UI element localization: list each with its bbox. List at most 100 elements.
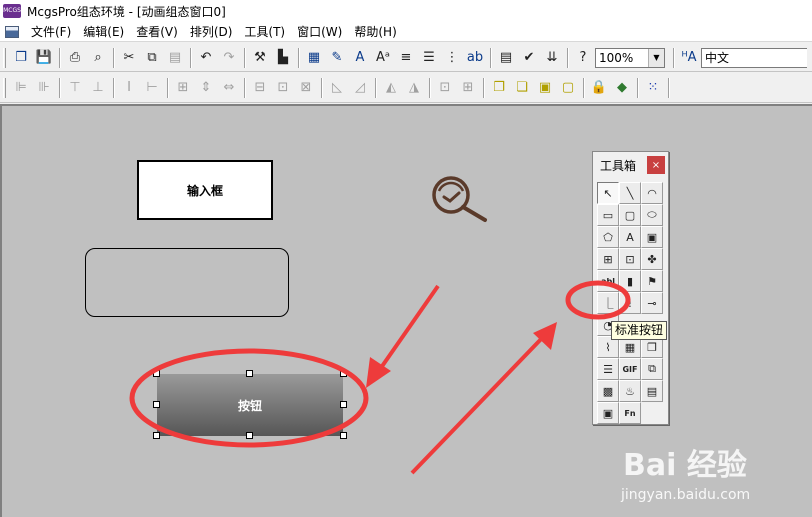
rotate-left-icon[interactable]: ◺ bbox=[326, 77, 348, 99]
grid-icon[interactable]: ⋮ bbox=[441, 47, 463, 69]
cut-icon[interactable]: ✂ bbox=[118, 47, 140, 69]
standard-button-tool[interactable]: ⎿ bbox=[597, 292, 619, 314]
resize-handle[interactable] bbox=[153, 432, 160, 439]
toolbox-panel[interactable]: 工具箱 × ↖ ╲ ◠ ▭ ▢ ⬭ ⬠ A ▣ ⊞ ⊡ ✤ abl ▮ ⚑ ⎿! ⊸ ◔ ⌇ ▦ ❐ ☰ GIF ⧉ ▩ ♨ ▤ ▣ F… bbox=[592, 151, 669, 425]
download-icon[interactable]: ⇊ bbox=[541, 47, 563, 69]
check-icon[interactable]: ✔ bbox=[518, 47, 540, 69]
line-color-icon[interactable]: ✎ bbox=[326, 47, 348, 69]
toolbox-toggle-icon[interactable]: ⚒ bbox=[249, 47, 271, 69]
properties-icon[interactable]: ▙ bbox=[272, 47, 294, 69]
undo-icon[interactable]: ↶ bbox=[195, 47, 217, 69]
standard-button-component[interactable]: 按钮 bbox=[157, 374, 343, 436]
gif-tool[interactable]: GIF bbox=[619, 358, 641, 380]
same-height-icon[interactable]: ⇕ bbox=[195, 77, 217, 99]
report-tool[interactable]: ☰ bbox=[597, 358, 619, 380]
space-vertical-icon[interactable]: I bbox=[118, 77, 140, 99]
text-label-tool[interactable]: A bbox=[619, 226, 641, 248]
backward-icon[interactable]: ▢ bbox=[557, 77, 579, 99]
new-window-icon[interactable]: ❐ bbox=[10, 47, 32, 69]
rectangle-tool[interactable]: ▭ bbox=[597, 204, 619, 226]
copy-icon[interactable]: ⧉ bbox=[141, 47, 163, 69]
align-top-icon[interactable]: ⊤ bbox=[64, 77, 86, 99]
send-back-icon[interactable]: ❏ bbox=[511, 77, 533, 99]
group-icon[interactable]: ⊡ bbox=[434, 77, 456, 99]
menu-window[interactable]: 窗口(W) bbox=[291, 23, 348, 40]
flip-horizontal-icon[interactable]: ◭ bbox=[380, 77, 402, 99]
flow-block-tool[interactable]: ⊡ bbox=[619, 248, 641, 270]
qrcode-tool[interactable]: ▩ bbox=[597, 380, 619, 402]
center-vertical-icon[interactable]: ⊡ bbox=[272, 77, 294, 99]
redo-icon[interactable]: ↷ bbox=[218, 47, 240, 69]
center-horizontal-icon[interactable]: ⊟ bbox=[249, 77, 271, 99]
resize-handle[interactable] bbox=[246, 370, 253, 377]
font-color-icon[interactable]: A bbox=[349, 47, 371, 69]
symbol-library-tool[interactable]: ✤ bbox=[641, 248, 663, 270]
center-both-icon[interactable]: ⊠ bbox=[295, 77, 317, 99]
indicator-tool[interactable]: ! bbox=[619, 292, 641, 314]
menu-edit[interactable]: 编辑(E) bbox=[77, 23, 130, 40]
help-icon[interactable]: ? bbox=[572, 47, 594, 69]
resize-handle[interactable] bbox=[340, 401, 347, 408]
align-left-icon[interactable]: ⊫ bbox=[10, 77, 32, 99]
alarm-bell-tool[interactable]: ♨ bbox=[619, 380, 641, 402]
alarm-light-tool[interactable]: ⚑ bbox=[641, 270, 663, 292]
window-properties-icon[interactable]: ▤ bbox=[495, 47, 517, 69]
rounded-rectangle-tool[interactable]: ▢ bbox=[619, 204, 641, 226]
menu-file[interactable]: 文件(F) bbox=[25, 23, 77, 40]
font-icon[interactable]: Aᵃ bbox=[372, 47, 394, 69]
align-bottom-icon[interactable]: ⊥ bbox=[87, 77, 109, 99]
rounded-rectangle-component[interactable] bbox=[85, 248, 289, 317]
ellipse-tool[interactable]: ⬭ bbox=[641, 204, 663, 226]
zoom-select[interactable]: 100% ▼ bbox=[595, 47, 665, 68]
resize-handle[interactable] bbox=[340, 370, 347, 377]
toolbar-grip[interactable] bbox=[3, 77, 6, 98]
bring-front-icon[interactable]: ❐ bbox=[488, 77, 510, 99]
resize-handle[interactable] bbox=[340, 432, 347, 439]
input-box-tool[interactable]: abl bbox=[597, 270, 619, 292]
arc-tool[interactable]: ◠ bbox=[641, 182, 663, 204]
frame-tool[interactable]: ⧉ bbox=[641, 358, 663, 380]
paste-icon[interactable]: ▤ bbox=[164, 47, 186, 69]
language-select[interactable]: 中文 bbox=[701, 47, 807, 68]
bitmap-tool[interactable]: ▣ bbox=[641, 226, 663, 248]
close-icon[interactable]: × bbox=[647, 156, 665, 174]
fill-color-icon[interactable]: ▦ bbox=[303, 47, 325, 69]
ab-text-icon[interactable]: ab bbox=[464, 47, 486, 69]
line-width-icon[interactable]: ☰ bbox=[418, 47, 440, 69]
pointer-tool[interactable]: ↖ bbox=[597, 182, 619, 204]
line-style-icon[interactable]: ≡ bbox=[395, 47, 417, 69]
line-tool[interactable]: ╲ bbox=[619, 182, 641, 204]
slider-tool[interactable]: ▮ bbox=[619, 270, 641, 292]
color-palette-icon[interactable]: ⁙ bbox=[642, 77, 664, 99]
child-window-icon[interactable] bbox=[5, 25, 19, 38]
chevron-down-icon[interactable]: ▼ bbox=[648, 48, 664, 67]
resize-handle[interactable] bbox=[246, 432, 253, 439]
save-icon[interactable]: 💾 bbox=[33, 47, 55, 69]
fill-bucket-icon[interactable]: ◆ bbox=[611, 77, 633, 99]
key-tool[interactable]: ⊸ bbox=[641, 292, 663, 314]
toolbar-grip[interactable] bbox=[3, 47, 6, 68]
flip-vertical-icon[interactable]: ◮ bbox=[403, 77, 425, 99]
function-tool[interactable]: Fn bbox=[619, 402, 641, 424]
center-icon[interactable]: ⊞ bbox=[172, 77, 194, 99]
image-tool[interactable]: ▣ bbox=[597, 402, 619, 424]
menu-arrange[interactable]: 排列(D) bbox=[184, 23, 239, 40]
space-horizontal-icon[interactable]: ⊢ bbox=[141, 77, 163, 99]
pipe-tool[interactable]: ⊞ bbox=[597, 248, 619, 270]
input-box-component[interactable]: 输入框 bbox=[137, 160, 273, 220]
lock-icon[interactable]: 🔒 bbox=[588, 77, 610, 99]
menu-tools[interactable]: 工具(T) bbox=[238, 23, 291, 40]
resize-handle[interactable] bbox=[153, 370, 160, 377]
ungroup-icon[interactable]: ⊞ bbox=[457, 77, 479, 99]
print-icon[interactable]: ⎙ bbox=[64, 47, 86, 69]
menu-view[interactable]: 查看(V) bbox=[130, 23, 184, 40]
resize-handle[interactable] bbox=[153, 401, 160, 408]
print-preview-icon[interactable]: ⌕ bbox=[87, 47, 109, 69]
language-icon[interactable]: ᴴA bbox=[678, 47, 700, 69]
polygon-tool[interactable]: ⬠ bbox=[597, 226, 619, 248]
toolbox-titlebar[interactable]: 工具箱 × bbox=[593, 152, 668, 178]
rotate-right-icon[interactable]: ◿ bbox=[349, 77, 371, 99]
align-right-icon[interactable]: ⊪ bbox=[33, 77, 55, 99]
forward-icon[interactable]: ▣ bbox=[534, 77, 556, 99]
same-width-icon[interactable]: ⇔ bbox=[218, 77, 240, 99]
